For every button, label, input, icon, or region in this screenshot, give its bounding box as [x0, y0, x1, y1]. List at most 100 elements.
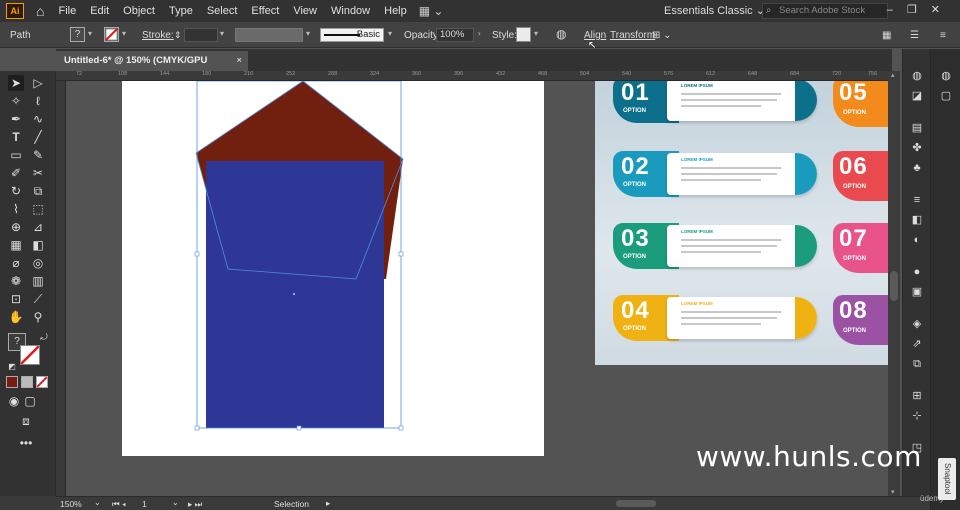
home-icon[interactable]: ⌂ — [36, 3, 44, 19]
chevron-down-icon[interactable]: ▾ — [220, 29, 224, 38]
chevron-down-icon[interactable]: ▾ — [534, 29, 538, 38]
magic-wand-icon[interactable]: ✧ — [8, 93, 24, 109]
vertical-scrollbar[interactable]: ▴ ▾ — [888, 71, 900, 496]
paintbrush-icon[interactable]: ✎ — [30, 147, 46, 163]
none-mode-icon[interactable] — [36, 376, 48, 388]
chevron-down-icon[interactable]: ▾ — [388, 29, 392, 38]
rotate-tool-icon[interactable]: ↻ — [8, 183, 24, 199]
shaper-tool-icon[interactable]: ✐ — [8, 165, 24, 181]
graphic-styles-icon[interactable]: ▣ — [910, 285, 924, 299]
mesh-tool-icon[interactable]: ▦ — [8, 237, 24, 253]
zoom-tool-icon[interactable]: ⚲ — [30, 309, 46, 325]
first-artboard-icon[interactable]: ⏮ ◂ — [112, 499, 126, 510]
menu-view[interactable]: View — [293, 5, 317, 17]
resize-handle[interactable] — [398, 251, 404, 257]
line-tool-icon[interactable]: ╱ — [30, 129, 46, 145]
hand-tool-icon[interactable]: ✋ — [8, 309, 24, 325]
lasso-icon[interactable]: ℓ — [30, 93, 46, 109]
arrange-icon[interactable]: ▦ — [882, 30, 891, 41]
transform-panel-icon[interactable]: ⊹ — [910, 409, 924, 423]
menu-select[interactable]: Select — [207, 5, 238, 17]
shape-builder-icon[interactable]: ⊕ — [8, 219, 24, 235]
menu-type[interactable]: Type — [169, 5, 193, 17]
properties-icon[interactable]: ◍ — [939, 69, 953, 83]
gradient-tool-icon[interactable]: ◧ — [30, 237, 46, 253]
edit-toolbar-icon[interactable]: ••• — [18, 435, 34, 451]
warp-tool-icon[interactable]: ⌇ — [8, 201, 24, 217]
libraries-icon[interactable]: ▤ — [910, 121, 924, 135]
draw-mode-icon[interactable]: ◉ — [6, 393, 22, 409]
resize-handle[interactable] — [296, 425, 302, 431]
chevron-down-icon[interactable]: ▾ — [88, 29, 92, 38]
scissors-icon[interactable]: ✂ — [30, 165, 46, 181]
color-guide-icon[interactable]: ◍ — [910, 69, 924, 83]
gradient-mode-icon[interactable] — [21, 376, 33, 388]
arrange-documents-icon[interactable]: ▦ ⌄ — [419, 4, 444, 18]
fill-swatch[interactable]: ? — [70, 27, 85, 42]
graphic-style-swatch[interactable] — [516, 27, 531, 42]
stock-search-input[interactable]: ⌕ Search Adobe Stock — [762, 3, 888, 19]
chevron-right-icon[interactable]: › — [478, 29, 481, 38]
stroke-panel-icon[interactable]: ≡ — [910, 193, 924, 207]
chevron-down-icon[interactable]: ⌄ — [172, 498, 179, 507]
direct-selection-tool-icon[interactable]: ▷ — [30, 75, 46, 91]
scroll-thumb[interactable] — [890, 271, 898, 301]
column-graph-icon[interactable]: ▥ — [30, 273, 46, 289]
stroke-label[interactable]: Stroke: — [142, 30, 174, 41]
close-icon[interactable]: × — [236, 51, 242, 71]
align-panel-icon[interactable]: ⊞ — [910, 389, 924, 403]
menu-icon[interactable]: ≡ — [940, 30, 946, 41]
horizontal-ruler[interactable]: 72 108 144 180 216 252 288 324 360 396 4… — [56, 71, 888, 81]
gradient-panel-icon[interactable]: ◧ — [910, 213, 924, 227]
menu-object[interactable]: Object — [123, 5, 155, 17]
screen-mode-icon[interactable]: ⧈ — [18, 413, 34, 429]
menu-window[interactable]: Window — [331, 5, 370, 17]
default-colors-icon[interactable]: ◩ — [4, 359, 20, 375]
symbols-icon[interactable]: ♣ — [910, 161, 924, 175]
menu-effect[interactable]: Effect — [251, 5, 279, 17]
recolor-artwork-icon[interactable]: ◍ — [556, 27, 566, 41]
zoom-level[interactable]: 150% — [60, 499, 82, 509]
symbol-sprayer-icon[interactable]: ❁ — [8, 273, 24, 289]
eyedropper-icon[interactable]: ⌀ — [8, 255, 24, 271]
pen-tool-icon[interactable]: ✒ — [8, 111, 24, 127]
swap-fill-stroke-icon[interactable]: ⤾ — [36, 329, 52, 345]
stroke-weight-stepper[interactable]: ⇕ — [174, 30, 182, 41]
free-transform-icon[interactable]: ⬚ — [30, 201, 46, 217]
status-menu-icon[interactable]: ▸ — [326, 498, 330, 509]
scale-tool-icon[interactable]: ⧉ — [30, 183, 46, 199]
selection-tool-icon[interactable]: ➤ — [8, 75, 24, 91]
chevron-down-icon[interactable]: ⌄ — [94, 498, 101, 507]
horizontal-scroll-thumb[interactable] — [616, 500, 656, 507]
scroll-down-icon[interactable]: ▾ — [891, 488, 895, 496]
brushes-icon[interactable]: ✤ — [910, 141, 924, 155]
appearance-icon[interactable]: ● — [910, 265, 924, 279]
next-artboard-icon[interactable]: ▸ ⏭ — [188, 499, 202, 510]
menu-file[interactable]: File — [58, 5, 76, 17]
panel-menu-icon[interactable]: ☰ — [910, 30, 919, 41]
layers-icon[interactable]: ◈ — [910, 317, 924, 331]
slice-tool-icon[interactable]: ⟋ — [30, 291, 46, 307]
vertical-ruler[interactable] — [56, 81, 66, 496]
swatches-icon[interactable]: ▢ — [939, 89, 953, 103]
document-tab[interactable]: Untitled-6* @ 150% (CMYK/GPU Preview) × — [56, 51, 248, 86]
rectangle-tool-icon[interactable]: ▭ — [8, 147, 24, 163]
chevron-down-icon[interactable]: ▾ — [122, 29, 126, 38]
snaptool-button[interactable]: Snaptool — [938, 458, 956, 500]
menu-edit[interactable]: Edit — [90, 5, 109, 17]
stroke-color-box[interactable] — [20, 345, 40, 365]
window-controls[interactable]: –❐✕ — [887, 3, 954, 16]
isolate-icon[interactable]: ⊞ ⌄ — [652, 30, 672, 41]
artboard-number[interactable]: 1 — [142, 499, 147, 509]
resize-handle[interactable] — [194, 251, 200, 257]
draw-normal-icon[interactable]: ▢ — [22, 393, 38, 409]
export-icon[interactable]: ⇗ — [910, 337, 924, 351]
stroke-swatch[interactable] — [104, 27, 119, 42]
artboards-icon[interactable]: ⧉ — [910, 357, 924, 371]
artboard-tool-icon[interactable]: ⊡ — [8, 291, 24, 307]
perspective-grid-icon[interactable]: ⊿ — [30, 219, 46, 235]
resize-handle[interactable] — [194, 425, 200, 431]
canvas[interactable]: 01 OPTION LOREM IPSUM 05 OPTION 02 OPTION L… — [66, 81, 888, 496]
infographic-image[interactable]: 01 OPTION LOREM IPSUM 05 OPTION 02 OPTION L… — [595, 81, 888, 365]
transform-button[interactable]: Transform — [610, 30, 655, 41]
